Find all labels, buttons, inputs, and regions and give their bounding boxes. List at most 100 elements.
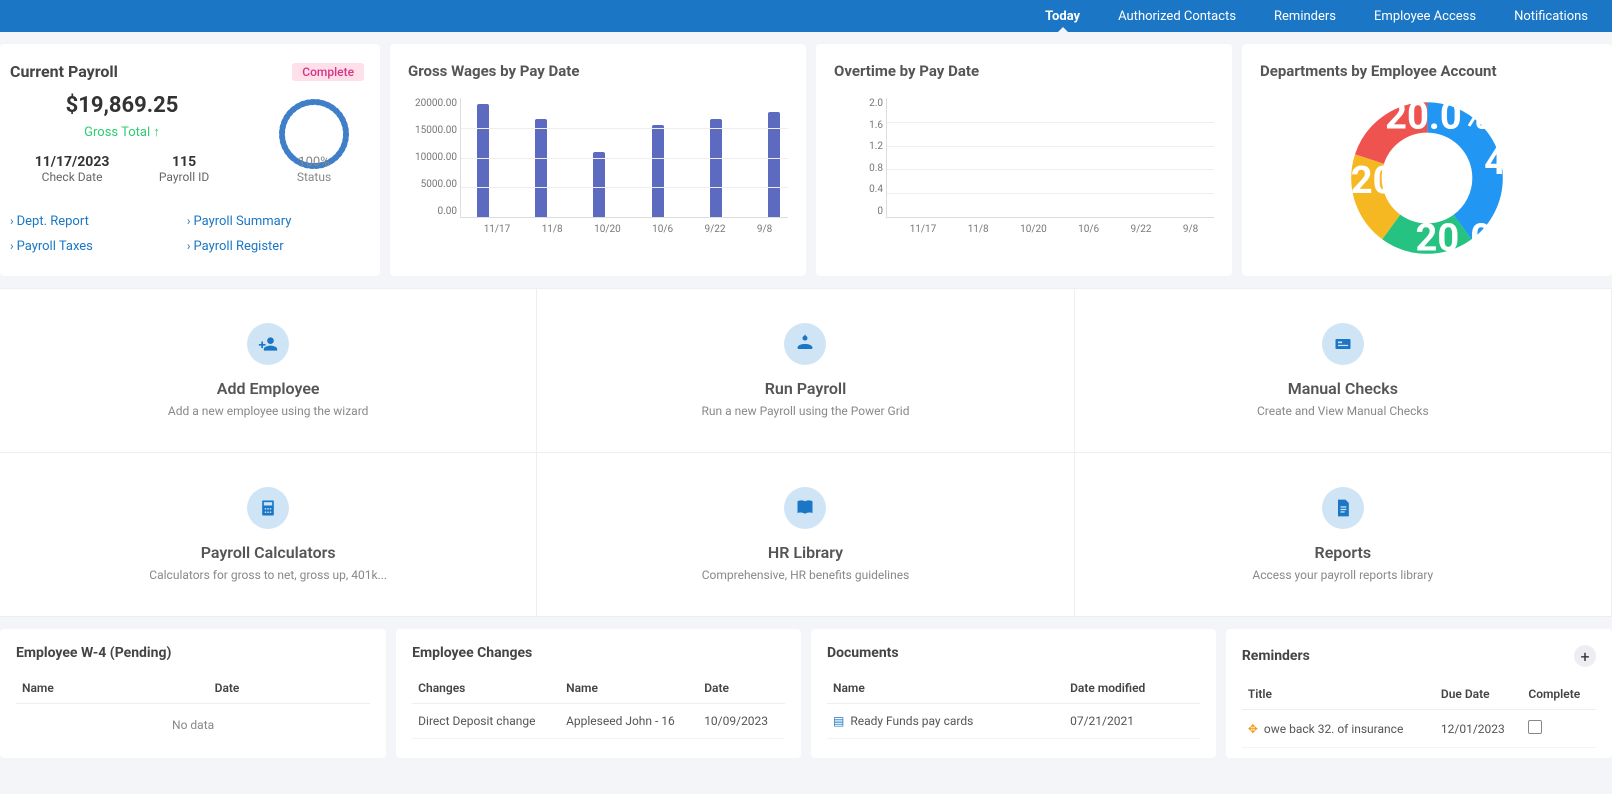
link-dept-report[interactable]: Dept. Report (17, 214, 89, 229)
col-title[interactable]: Title (1242, 679, 1435, 710)
xtick: 10/20 (1020, 224, 1047, 235)
link-payroll-summary[interactable]: Payroll Summary (193, 214, 291, 229)
add-reminder-button[interactable]: + (1574, 645, 1596, 667)
overtime-card: Overtime by Pay Date 2.0 1.6 1.2 0.8 0.4… (816, 44, 1232, 276)
xtick: 9/8 (757, 224, 772, 235)
cell-date: 07/21/2021 (1064, 704, 1200, 739)
bar (477, 104, 489, 217)
bar (593, 152, 605, 217)
action-tiles: Add Employee Add a new employee using th… (0, 288, 1612, 617)
tile-title: Run Payroll (557, 379, 1053, 398)
overtime-title: Overtime by Pay Date (834, 62, 1214, 80)
col-date[interactable]: Date (209, 673, 371, 704)
check-date-value: 11/17/2023 (35, 154, 110, 170)
nav-reminders[interactable]: Reminders (1274, 1, 1336, 32)
tile-desc: Run a new Payroll using the Power Grid (557, 404, 1053, 418)
nav-authorized-contacts[interactable]: Authorized Contacts (1118, 1, 1236, 32)
departments-title: Departments by Employee Account (1260, 62, 1594, 80)
ytick: 0.8 (835, 163, 883, 174)
col-date-modified[interactable]: Date modified (1064, 673, 1200, 704)
top-nav: Today Authorized Contacts Reminders Empl… (0, 0, 1612, 32)
w4-panel: Employee W-4 (Pending) Name Date No data (0, 629, 386, 758)
ytick: 2.0 (835, 98, 883, 109)
tile-hr-library[interactable]: HR Library Comprehensive, HR benefits gu… (537, 453, 1074, 617)
svg-text:40.0%: 40.0% (1484, 140, 1507, 184)
xtick: 11/17 (910, 224, 937, 235)
reminders-title: Reminders (1242, 648, 1310, 664)
svg-text:20.0%: 20.0% (1351, 159, 1456, 203)
gross-wages-chart: 20000.00 15000.00 10000.00 5000.00 0.00 (460, 98, 788, 218)
tile-title: Reports (1095, 543, 1591, 562)
gross-total-label: Gross Total ↑ (10, 124, 234, 140)
col-name[interactable]: Name (560, 673, 698, 704)
w4-title: Employee W-4 (Pending) (16, 645, 370, 661)
tile-payroll-calculators[interactable]: Payroll Calculators Calculators for gros… (0, 453, 537, 617)
documents-title: Documents (827, 645, 1200, 661)
table-row[interactable]: ▤Ready Funds pay cards 07/21/2021 (827, 704, 1200, 739)
col-name[interactable]: Name (16, 673, 209, 704)
gross-wages-title: Gross Wages by Pay Date (408, 62, 788, 80)
complete-checkbox[interactable] (1528, 720, 1542, 734)
tile-title: Payroll Calculators (20, 543, 516, 562)
xtick: 10/6 (1078, 224, 1099, 235)
svg-text:$: $ (804, 334, 807, 341)
current-payroll-card: Current Payroll Complete $19,869.25 Gros… (0, 44, 380, 276)
link-payroll-taxes[interactable]: Payroll Taxes (17, 239, 93, 254)
bar (652, 125, 664, 217)
reminders-panel: Reminders + Title Due Date Complete ✥owe… (1226, 629, 1612, 758)
check-date-label: Check Date (35, 170, 110, 184)
bar (710, 119, 722, 217)
ytick: 15000.00 (409, 125, 457, 136)
table-row[interactable]: Direct Deposit change Appleseed John - 1… (412, 704, 785, 739)
tile-title: Manual Checks (1095, 379, 1591, 398)
add-employee-icon (247, 323, 289, 365)
cell-doc-name: ▤Ready Funds pay cards (827, 704, 1064, 739)
table-row[interactable]: ✥owe back 32. of insurance 12/01/2023 (1242, 710, 1596, 748)
cell-change: Direct Deposit change (412, 704, 560, 739)
tile-add-employee[interactable]: Add Employee Add a new employee using th… (0, 289, 537, 453)
gross-wages-card: Gross Wages by Pay Date 20000.00 15000.0… (390, 44, 806, 276)
cell-date: 10/09/2023 (698, 704, 785, 739)
tile-manual-checks[interactable]: Manual Checks Create and View Manual Che… (1075, 289, 1612, 453)
book-icon (784, 487, 826, 529)
xtick: 9/8 (1183, 224, 1198, 235)
payroll-id-value: 115 (159, 154, 209, 170)
bar (535, 119, 547, 217)
ytick: 0 (835, 206, 883, 217)
departments-donut: 40.0% 20.0% 20.0% 20.0% (1347, 98, 1507, 258)
xtick: 10/20 (594, 224, 621, 235)
col-due-date[interactable]: Due Date (1435, 679, 1522, 710)
tile-reports[interactable]: Reports Access your payroll reports libr… (1075, 453, 1612, 617)
document-icon: ▤ (833, 714, 844, 728)
col-date[interactable]: Date (698, 673, 785, 704)
tile-run-payroll[interactable]: $ Run Payroll Run a new Payroll using th… (537, 289, 1074, 453)
col-changes[interactable]: Changes (412, 673, 560, 704)
col-name[interactable]: Name (827, 673, 1064, 704)
ytick: 5000.00 (409, 179, 457, 190)
changes-panel: Employee Changes Changes Name Date Direc… (396, 629, 801, 758)
tile-title: Add Employee (20, 379, 516, 398)
ytick: 0.00 (409, 206, 457, 217)
manual-checks-icon (1322, 323, 1364, 365)
status-badge: Complete (292, 63, 364, 81)
link-payroll-register[interactable]: Payroll Register (193, 239, 283, 254)
tile-desc: Access your payroll reports library (1095, 568, 1591, 582)
ytick: 1.6 (835, 120, 883, 131)
svg-text:20.0%: 20.0% (1385, 98, 1490, 138)
nav-employee-access[interactable]: Employee Access (1374, 1, 1476, 32)
xtick: 9/22 (1130, 224, 1151, 235)
ytick: 10000.00 (409, 152, 457, 163)
nav-today[interactable]: Today (1045, 1, 1080, 32)
svg-text:20.0%: 20.0% (1416, 216, 1507, 258)
cell-name: Appleseed John - 16 (560, 704, 698, 739)
tile-title: HR Library (557, 543, 1053, 562)
payroll-id-label: Payroll ID (159, 170, 209, 184)
nav-notifications[interactable]: Notifications (1514, 1, 1588, 32)
status-gauge: 100% Status (264, 93, 364, 184)
cell-reminder-title: ✥owe back 32. of insurance (1242, 710, 1435, 748)
ytick: 1.2 (835, 141, 883, 152)
tile-desc: Add a new employee using the wizard (20, 404, 516, 418)
cell-complete (1522, 710, 1596, 748)
col-complete[interactable]: Complete (1522, 679, 1596, 710)
departments-card: Departments by Employee Account 40.0% 20… (1242, 44, 1612, 276)
